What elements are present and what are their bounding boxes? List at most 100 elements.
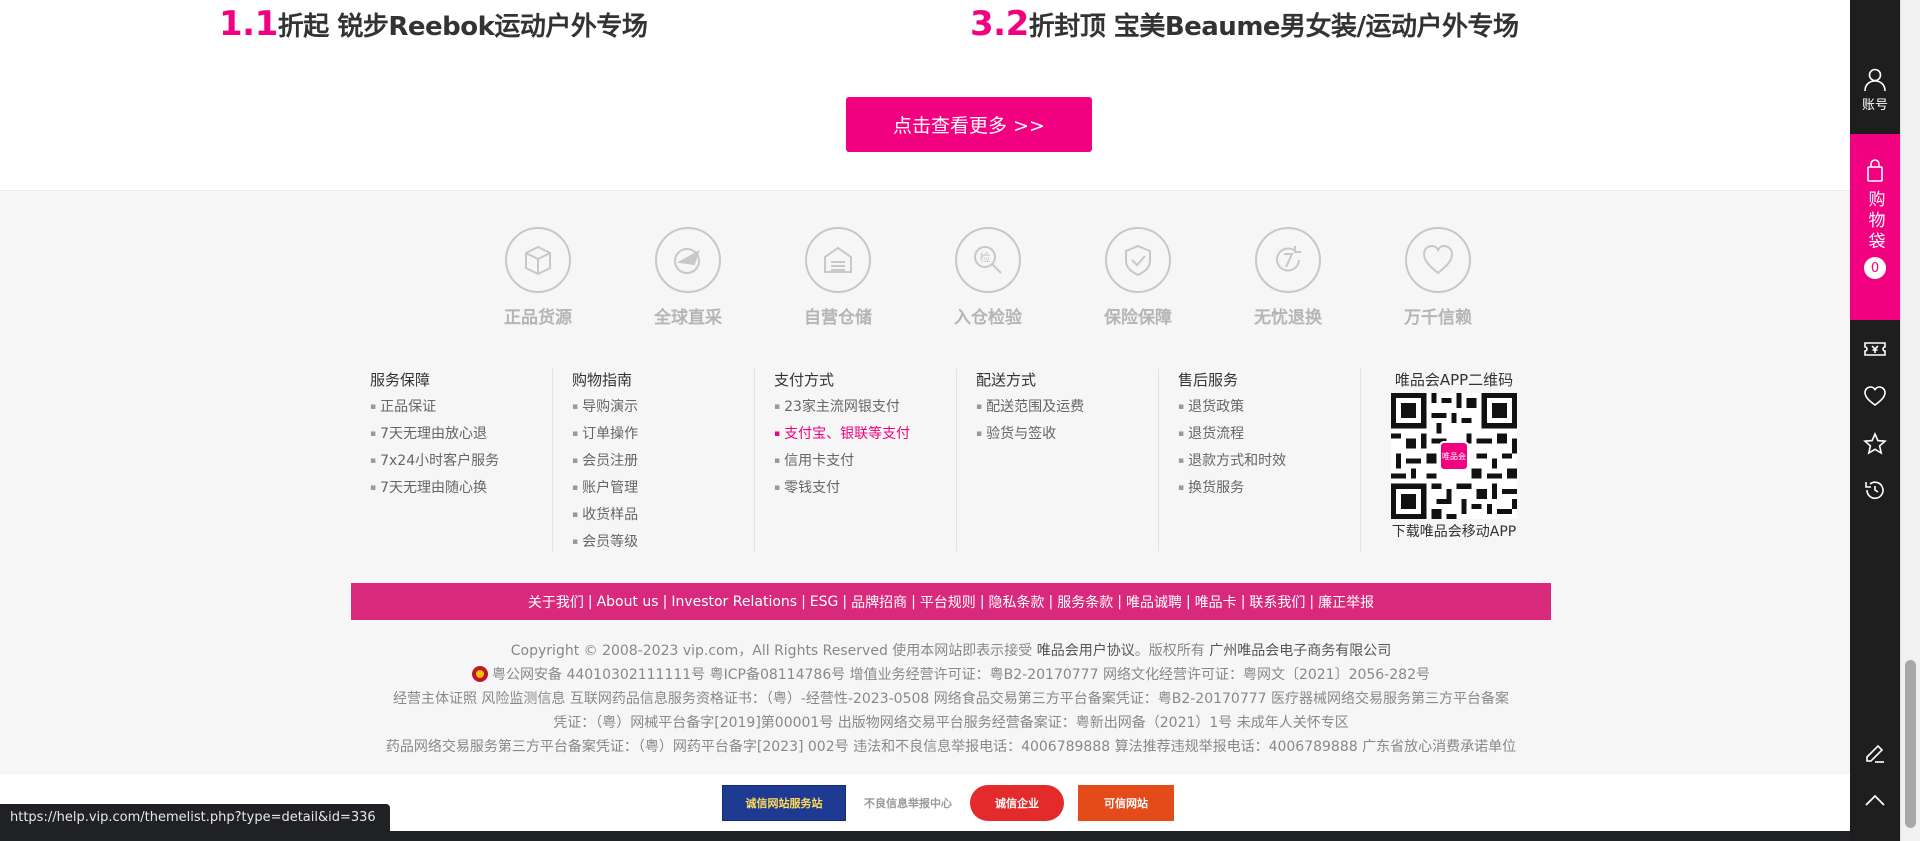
bag-icon	[1867, 159, 1883, 182]
promo-beaume[interactable]: 3.2折封顶 宝美Beaume男女装/运动户外专场	[970, 4, 1519, 44]
footer-link[interactable]: 换货服务	[1178, 476, 1360, 503]
browser-status-url: https://help.vip.com/themelist.php?type=…	[0, 804, 390, 831]
footer-col-aftersales: 售后服务 退货政策 退货流程 退款方式和时效 换货服务	[1159, 369, 1361, 551]
license-line[interactable]: 药品网络交易服务第三方平台备案凭证：（粤）网药平台备字[2023] 002号 违…	[351, 735, 1551, 759]
promo-unit: 折封顶	[1028, 12, 1106, 42]
warehouse-icon	[805, 227, 871, 293]
footer-nav-jobs[interactable]: 唯品诚聘	[1126, 592, 1182, 612]
globe-plane-icon	[655, 227, 721, 293]
qr-title: 唯品会APP二维码	[1394, 371, 1514, 389]
assurance-insurance: 保险保障	[1063, 227, 1213, 328]
promo-reebok[interactable]: 1.1折起 锐步Reebok运动户外专场	[219, 4, 648, 44]
footer-nav-investor[interactable]: Investor Relations	[671, 594, 797, 610]
footer-link[interactable]: 23家主流网银支付	[774, 395, 956, 422]
sidebar-account[interactable]: 账号	[1850, 66, 1900, 113]
footer-link[interactable]: 正品保证	[370, 395, 552, 422]
footer-nav-rules[interactable]: 平台规则	[920, 592, 976, 612]
footer-link[interactable]: 退货流程	[1178, 422, 1360, 449]
promo-discount: 1.1	[219, 4, 278, 44]
footer-link[interactable]: 信用卡支付	[774, 449, 956, 476]
assurance-return: 无忧退换	[1213, 227, 1363, 328]
legal-info: Copyright © 2008-2023 vip.com，All Rights…	[351, 639, 1551, 759]
footer-link-hovered[interactable]: 支付宝、银联等支付	[774, 422, 956, 449]
vip-logo-icon: 唯品会	[1439, 441, 1469, 471]
footer-link[interactable]: 配送范围及运费	[976, 395, 1158, 422]
assurance-warehouse: 自营仓储	[763, 227, 913, 328]
assurance-authentic: 正品货源	[463, 227, 613, 328]
sidebar-coupon[interactable]	[1850, 336, 1900, 362]
license-text[interactable]: 粤公网安备 44010302111111号 粤ICP备08114786号 增值业…	[492, 667, 1430, 683]
assurance-label: 正品货源	[504, 308, 572, 328]
promo-title: 宝美Beaume男女装/运动户外专场	[1113, 12, 1519, 42]
edit-icon	[1866, 744, 1884, 763]
sidebar-feedback[interactable]	[1850, 740, 1900, 766]
footer-nav-esg[interactable]: ESG	[810, 594, 839, 610]
footer-nav-about-en[interactable]: About us	[597, 594, 659, 610]
history-icon	[1865, 481, 1884, 500]
footer-col-payment: 支付方式 23家主流网银支付 支付宝、银联等支付 信用卡支付 零钱支付	[755, 369, 957, 551]
footer-nav-about[interactable]: 关于我们	[528, 592, 584, 612]
user-agreement-link[interactable]: 唯品会用户协议	[1037, 643, 1135, 659]
box-icon	[505, 227, 571, 293]
footer-link[interactable]: 验货与签收	[976, 422, 1158, 449]
footer-link[interactable]: 订单操作	[572, 422, 754, 449]
cert-badge[interactable]: 诚信企业	[970, 785, 1064, 821]
license-line[interactable]: 经营主体证照 风险监测信息 互联网药品信息服务资格证书：（粤）-经营性-2023…	[351, 687, 1551, 711]
footer-link[interactable]: 7天无理由随心换	[370, 476, 552, 503]
heart-icon	[1864, 386, 1886, 406]
sidebar-favorites[interactable]	[1850, 383, 1900, 409]
sidebar-account-label: 账号	[1861, 98, 1888, 113]
coupon-icon	[1864, 342, 1886, 356]
footer-nav-card[interactable]: 唯品卡	[1195, 592, 1237, 612]
sidebar-brand-collect[interactable]	[1850, 431, 1900, 457]
license-line[interactable]: 凭证：（粤）网械平台备字[2019]第00001号 出版物网络交易平台服务经营备…	[351, 711, 1551, 735]
sidebar-shopping-bag[interactable]: 购物袋 0	[1850, 134, 1900, 320]
sidebar-back-to-top[interactable]	[1850, 788, 1900, 814]
assurance-label: 入仓检验	[954, 308, 1022, 328]
footer-nav-report[interactable]: 廉正举报	[1318, 592, 1374, 612]
sidebar-bag-label: 购物袋	[1864, 190, 1885, 253]
promo-title: 锐步Reebok运动户外专场	[337, 12, 648, 42]
sidebar-history[interactable]	[1850, 477, 1900, 503]
footer-link[interactable]: 7天无理由放心退	[370, 422, 552, 449]
footer-col-title: 支付方式	[774, 371, 835, 389]
footer-link[interactable]: 导购演示	[572, 395, 754, 422]
footer-link[interactable]: 退款方式和时效	[1178, 449, 1360, 476]
footer-nav-brand[interactable]: 品牌招商	[851, 592, 907, 612]
assurance-trust: 万千信赖	[1363, 227, 1513, 328]
footer-col-delivery: 配送方式 配送范围及运费 验货与签收	[957, 369, 1159, 551]
user-icon	[1864, 68, 1886, 92]
cert-badge[interactable]: 诚信网站服务站	[722, 785, 846, 821]
footer-link[interactable]: 退货政策	[1178, 395, 1360, 422]
footer-link[interactable]: 收货样品	[572, 503, 754, 530]
page: 1.1折起 锐步Reebok运动户外专场 3.2折封顶 宝美Beaume男女装/…	[0, 0, 1920, 841]
assurance-row: 正品货源 全球直采 自营仓储 检 入仓检验 保险保障 无忧退换 万千信赖	[463, 227, 1513, 328]
footer-link[interactable]: 会员注册	[572, 449, 754, 476]
view-more-button[interactable]: 点击查看更多 >>	[846, 97, 1092, 152]
report-center-badge[interactable]: 不良信息举报中心	[860, 785, 956, 821]
assurance-label: 无忧退换	[1254, 308, 1322, 328]
qr-caption[interactable]: 下载唯品会移动APP	[1371, 521, 1537, 541]
footer-link[interactable]: 账户管理	[572, 476, 754, 503]
copyright-text: Copyright © 2008-2023 vip.com，All Rights…	[510, 643, 1033, 659]
footer-nav-privacy[interactable]: 隐私条款	[989, 592, 1045, 612]
footer-link-bar: 关于我们 | About us | Investor Relations | ESG |…	[351, 583, 1551, 620]
footer-link[interactable]: 会员等级	[572, 530, 754, 557]
scrollbar-thumb[interactable]	[1905, 660, 1916, 828]
copyright-text: 。版权所有	[1134, 643, 1205, 659]
page-scrollbar[interactable]	[1900, 0, 1920, 841]
footer-col-title: 服务保障	[370, 371, 431, 389]
footer-link[interactable]: 零钱支付	[774, 476, 956, 503]
footer-link[interactable]: 7x24小时客户服务	[370, 449, 552, 476]
footer-nav-terms[interactable]: 服务条款	[1057, 592, 1113, 612]
assurance-inspection: 检 入仓检验	[913, 227, 1063, 328]
cert-badge[interactable]: 可信网站	[1078, 785, 1174, 821]
heart-icon	[1405, 227, 1471, 293]
footer-col-title: 购物指南	[572, 371, 633, 389]
footer-col-guide: 购物指南 导购演示 订单操作 会员注册 账户管理 收货样品 会员等级	[553, 369, 755, 551]
footer-nav-contact[interactable]: 联系我们	[1249, 592, 1305, 612]
assurance-label: 保险保障	[1104, 308, 1172, 328]
star-icon	[1863, 432, 1887, 455]
shield-icon	[1105, 227, 1171, 293]
app-qr-code: 唯品会	[1391, 393, 1517, 519]
